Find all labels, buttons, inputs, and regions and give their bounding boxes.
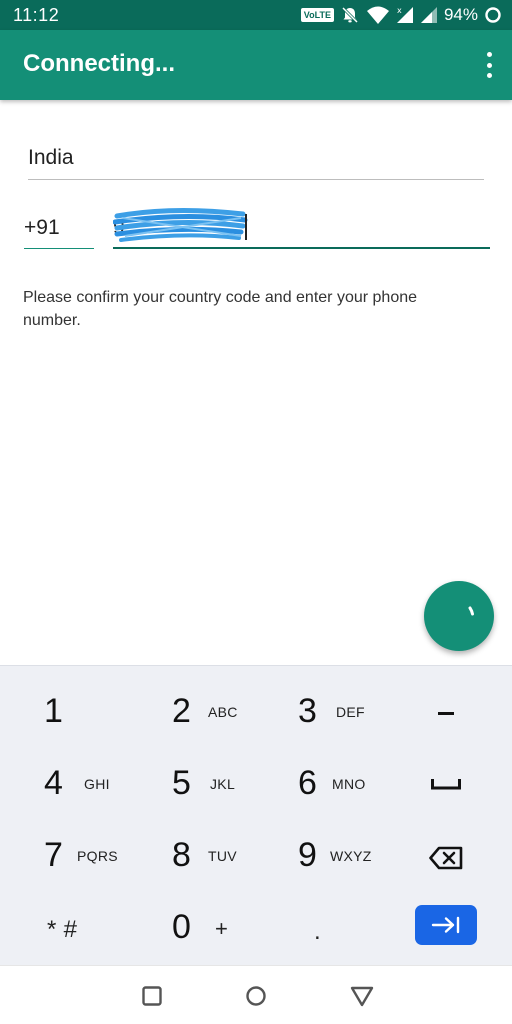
key-letters: MNO [332,776,366,792]
redaction-scribble [113,207,248,242]
key-digit: 9 [298,836,317,874]
key-star-hash-label: * # [47,916,78,943]
back-icon[interactable] [349,983,375,1009]
backspace-icon [429,846,463,870]
status-bar: 11:12 VoLTE x 94% [0,0,512,30]
key-3[interactable]: 3 DEF [256,678,384,750]
loading-spinner-icon [468,606,474,616]
home-icon[interactable] [243,983,269,1009]
key-4[interactable]: 4 GHI [0,750,128,822]
key-letters: WXYZ [330,848,372,864]
key-digit: 6 [298,764,317,802]
numeric-keypad: 1 2 ABC 3 DEF 4 GHI 5 JKL 6 MNO 7 PQRS 8… [0,665,512,965]
next-fab-button[interactable] [424,581,494,651]
app-bar: Connecting... [0,30,512,100]
key-9[interactable]: 9 WXYZ [256,822,384,894]
key-digit: 1 [44,692,63,730]
key-6[interactable]: 6 MNO [256,750,384,822]
key-letters: ABC [208,704,238,720]
key-dot[interactable]: . [256,894,384,966]
svg-text:x: x [397,6,402,15]
key-digit: 0 [172,908,191,946]
key-letters: PQRS [77,848,118,864]
key-letters: + [215,916,229,941]
key-digit: 8 [172,836,191,874]
country-code-value: +91 [24,216,60,239]
country-value: India [28,146,74,169]
key-dash[interactable] [384,678,512,750]
key-0[interactable]: 0 + [128,894,256,966]
key-star-hash[interactable]: * # [0,894,128,966]
page-title: Connecting... [23,50,175,77]
mute-bell-icon [341,6,359,24]
wifi-icon [366,6,389,24]
key-digit: 2 [172,692,191,730]
key-2[interactable]: 2 ABC [128,678,256,750]
key-8[interactable]: 8 TUV [128,822,256,894]
key-letters: TUV [208,848,237,864]
signal-icon [420,7,437,23]
instruction-text: Please confirm your country code and ent… [23,289,418,329]
text-caret [245,214,247,240]
key-backspace[interactable] [384,822,512,894]
key-digit: 7 [44,836,63,874]
volte-icon: VoLTE [300,8,334,22]
key-5[interactable]: 5 JKL [128,750,256,822]
key-letters: JKL [210,776,236,792]
recents-icon[interactable] [139,983,165,1009]
signal-icon: x [396,6,413,23]
status-icons: VoLTE x 94% [300,4,502,26]
system-nav-bar [0,965,512,1024]
key-7[interactable]: 7 PQRS [0,822,128,894]
key-letters: DEF [336,704,365,720]
battery-ring-icon [485,7,501,23]
country-code-input[interactable]: +91 [24,206,94,249]
next-field-icon [431,916,460,934]
key-digit: 4 [44,764,63,802]
keypad-next-button[interactable] [415,905,477,945]
key-letters: GHI [84,776,110,792]
key-digit: 5 [172,764,191,802]
key-dot-label: . [314,918,321,945]
country-selector[interactable]: India [28,138,484,180]
dash-icon [438,712,454,715]
status-time: 11:12 [13,5,60,25]
key-digit: 3 [298,692,317,730]
phone-number-input[interactable]: 9 [113,206,490,249]
battery-percent: 94% [443,5,478,24]
key-space[interactable] [384,750,512,822]
overflow-menu-icon[interactable] [484,52,494,78]
space-icon [431,779,461,790]
key-1[interactable]: 1 [0,678,128,750]
